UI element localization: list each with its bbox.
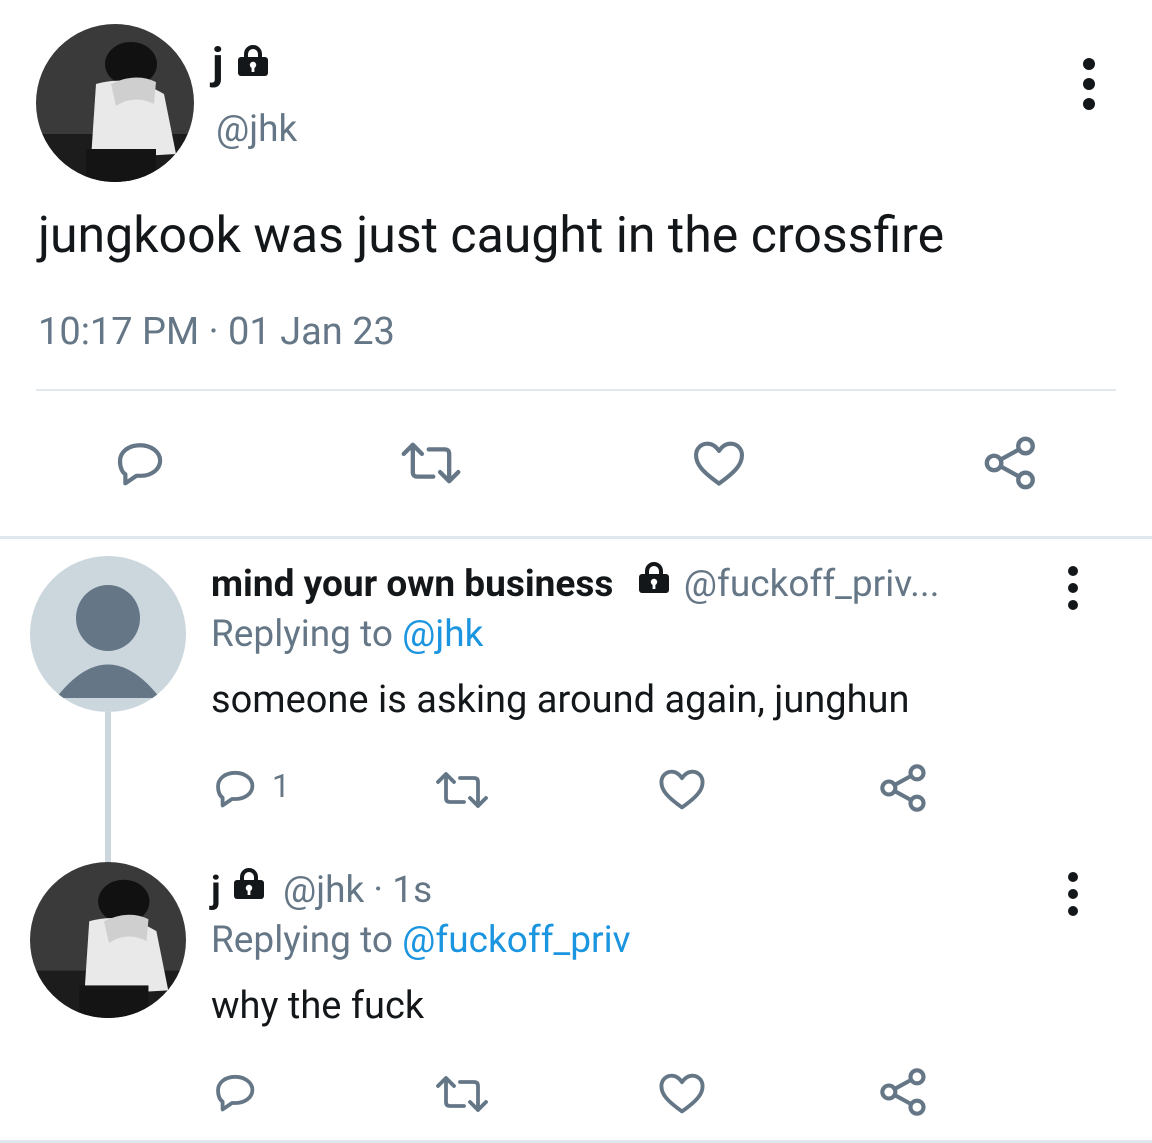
reply-icon[interactable] bbox=[212, 1068, 260, 1116]
reply2-replying-prefix: Replying to bbox=[211, 919, 393, 962]
like-icon[interactable] bbox=[656, 1067, 708, 1119]
main-tweet-time: 10:17 PM bbox=[38, 310, 200, 354]
main-tweet-date: 01 Jan 23 bbox=[228, 310, 395, 354]
reply2-more-icon[interactable] bbox=[1065, 872, 1081, 916]
reply2-text: why the fuck bbox=[211, 984, 425, 1028]
reply2-replying-to: Replying to @fuckoff_priv bbox=[211, 918, 630, 964]
reply1-reply-count: 1 bbox=[272, 767, 290, 805]
retweet-icon[interactable] bbox=[434, 768, 490, 812]
reply2-separator: · bbox=[373, 869, 384, 912]
reply1-more-icon[interactable] bbox=[1065, 566, 1081, 610]
share-icon[interactable] bbox=[878, 762, 930, 814]
like-icon[interactable] bbox=[656, 763, 708, 815]
reply1-text: someone is asking around again, junghun bbox=[211, 678, 910, 722]
section-divider bbox=[0, 536, 1152, 539]
like-icon[interactable] bbox=[690, 434, 748, 492]
retweet-icon[interactable] bbox=[434, 1072, 490, 1116]
main-tweet-avatar[interactable] bbox=[36, 24, 194, 182]
share-icon[interactable] bbox=[878, 1066, 930, 1118]
reply-icon[interactable] bbox=[113, 435, 169, 491]
reply1-replying-to: Replying to @jhk bbox=[211, 612, 483, 658]
reply1-replying-prefix: Replying to bbox=[211, 613, 393, 656]
default-avatar-icon bbox=[30, 556, 186, 712]
reply2-time: 1s bbox=[392, 869, 433, 912]
main-tweet-text: jungkook was just caught in the crossfir… bbox=[38, 207, 945, 265]
lock-icon bbox=[236, 36, 270, 86]
reply2-header: j @jhk · 1s bbox=[211, 868, 432, 914]
main-tweet-more-icon[interactable] bbox=[1081, 58, 1097, 110]
reply1-name[interactable]: mind your own business bbox=[211, 563, 613, 606]
lock-icon bbox=[232, 865, 266, 911]
main-tweet-separator: · bbox=[208, 310, 219, 354]
main-tweet-timestamp: 10:17 PM · 01 Jan 23 bbox=[38, 308, 395, 356]
reply-icon[interactable] bbox=[212, 764, 260, 812]
lock-icon bbox=[637, 559, 671, 605]
share-icon[interactable] bbox=[982, 434, 1040, 492]
thread-line bbox=[105, 712, 111, 862]
reply2-replying-link[interactable]: @fuckoff_priv bbox=[402, 919, 630, 962]
reply2-handle[interactable]: @jhk bbox=[283, 869, 364, 912]
reply1-avatar[interactable] bbox=[30, 556, 186, 712]
main-tweet-name[interactable]: j bbox=[212, 37, 223, 89]
reply1-header: mind your own business @fuckoff_priv... bbox=[211, 562, 939, 608]
main-tweet-name-row: j bbox=[212, 38, 270, 88]
main-tweet-divider bbox=[36, 389, 1116, 391]
reply1-handle[interactable]: @fuckoff_priv... bbox=[684, 563, 940, 606]
main-tweet-handle[interactable]: @jhk bbox=[216, 108, 297, 152]
reply2-avatar[interactable] bbox=[30, 862, 186, 1018]
reply2-name[interactable]: j bbox=[211, 869, 221, 912]
retweet-icon[interactable] bbox=[398, 438, 464, 488]
reply1-replying-link[interactable]: @jhk bbox=[402, 613, 483, 656]
